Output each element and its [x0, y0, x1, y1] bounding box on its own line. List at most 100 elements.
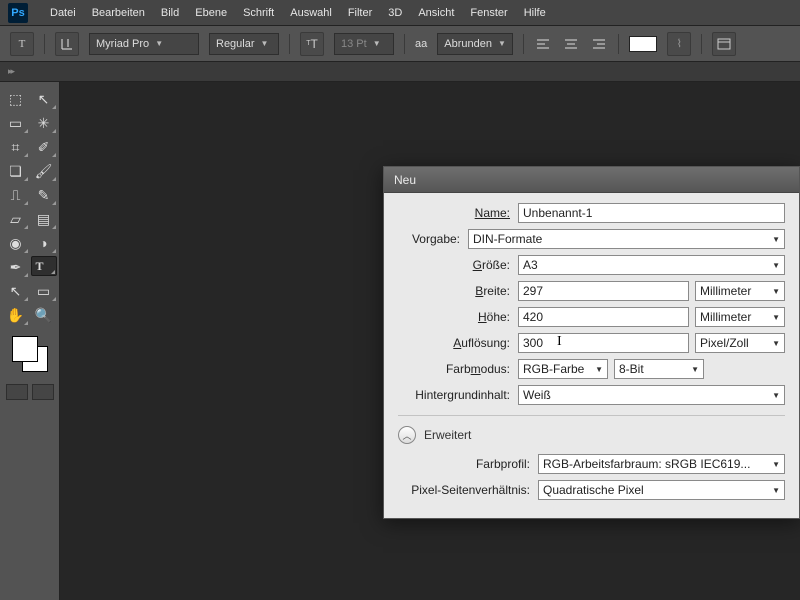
menu-ebene[interactable]: Ebene: [195, 7, 227, 19]
tool-eraser[interactable]: ▱: [3, 208, 29, 230]
dialog-titlebar[interactable]: Neu: [384, 167, 799, 193]
color-profile-value: RGB-Arbeitsfarbraum: sRGB IEC619...: [543, 457, 750, 471]
resolution-input[interactable]: 300 I: [518, 333, 689, 353]
color-profile-select[interactable]: RGB-Arbeitsfarbraum: sRGB IEC619... ▼: [538, 454, 785, 474]
menu-hilfe[interactable]: Hilfe: [524, 7, 546, 19]
name-input[interactable]: Unbenannt-1: [518, 203, 785, 223]
font-family-select[interactable]: Myriad Pro ▼: [89, 33, 199, 55]
height-unit-select[interactable]: Millimeter▼: [695, 307, 785, 327]
chevron-down-icon: ▼: [772, 391, 780, 400]
color-swatches[interactable]: [10, 334, 50, 374]
profile-label: Farbprofil:: [398, 457, 538, 471]
text-caret-icon: I: [557, 334, 562, 350]
tool-crop[interactable]: ⌗: [3, 136, 29, 158]
width-input[interactable]: 297: [518, 281, 689, 301]
pixel-aspect-select[interactable]: Quadratische Pixel▼: [538, 480, 785, 500]
menu-bearbeiten[interactable]: Bearbeiten: [92, 7, 145, 19]
font-size-icon: TT: [300, 32, 324, 56]
tool-dodge[interactable]: ◑: [31, 232, 57, 254]
antialias-select[interactable]: Abrunden▼: [437, 33, 513, 55]
divider: [398, 415, 785, 416]
chevron-down-icon: ▼: [261, 39, 269, 48]
separator: [404, 34, 405, 54]
tool-type[interactable]: T: [31, 256, 57, 276]
separator: [44, 34, 45, 54]
font-style-value: Regular: [216, 38, 255, 50]
size-select[interactable]: A3 ▼: [518, 255, 785, 275]
preset-select[interactable]: DIN-Formate ▼: [468, 229, 785, 249]
character-panel-icon[interactable]: [712, 32, 736, 56]
chevron-down-icon: ▼: [772, 287, 780, 296]
background-select[interactable]: Weiß▼: [518, 385, 785, 405]
font-size-value: 13 Pt: [341, 38, 367, 50]
resolution-unit-value: Pixel/Zoll: [700, 336, 749, 350]
tool-patch[interactable]: ❏: [3, 160, 29, 182]
tool-move[interactable]: ⬚: [3, 88, 29, 110]
tool-gradient[interactable]: ▤: [31, 208, 57, 230]
tool-brush[interactable]: 🖌: [31, 160, 57, 182]
resolution-unit-select[interactable]: Pixel/Zoll▼: [695, 333, 785, 353]
pixel-aspect-value: Quadratische Pixel: [543, 483, 644, 497]
orientation-icon[interactable]: [55, 32, 79, 56]
separator: [618, 34, 619, 54]
align-right-button[interactable]: [590, 35, 608, 53]
color-mode-select[interactable]: RGB-Farbe▼: [518, 359, 608, 379]
background-label: Hintergrundinhalt:: [398, 388, 518, 402]
advanced-label: Erweitert: [424, 428, 471, 442]
tool-magic-wand[interactable]: ✳: [31, 112, 57, 134]
size-value: A3: [523, 258, 538, 272]
bit-depth-select[interactable]: 8-Bit▼: [614, 359, 704, 379]
tool-move-arrow[interactable]: ↖: [31, 88, 57, 110]
toolbox: ⬚ ↖ ▭ ✳ ⌗ ✐ ❏ 🖌 ⎍ ✎ ▱ ▤ ◉ ◑ ✒ T ↖ ▭ ✋ 🔍: [0, 82, 60, 600]
menu-schrift[interactable]: Schrift: [243, 7, 274, 19]
tool-history[interactable]: ✎: [31, 184, 57, 206]
mode-label: Farbmodus:: [398, 362, 518, 376]
size-label: Größe:: [398, 258, 518, 272]
separator: [523, 34, 524, 54]
chevron-down-icon: ▼: [155, 39, 163, 48]
menu-auswahl[interactable]: Auswahl: [290, 7, 332, 19]
edit-mode-quickmask[interactable]: [32, 384, 54, 400]
menu-fenster[interactable]: Fenster: [470, 7, 507, 19]
tool-blur[interactable]: ◉: [3, 232, 29, 254]
edit-mode-standard[interactable]: [6, 384, 28, 400]
font-family-value: Myriad Pro: [96, 38, 149, 50]
chevron-down-icon: ▼: [772, 460, 780, 469]
chevron-down-icon: ▼: [772, 261, 780, 270]
height-label: Höhe:: [398, 310, 518, 324]
warp-text-icon[interactable]: ⌇: [667, 32, 691, 56]
tab-overflow-icon[interactable]: ▸▸: [8, 66, 13, 77]
menu-datei[interactable]: Datei: [50, 7, 76, 19]
chevron-down-icon: ▼: [498, 39, 506, 48]
menu-filter[interactable]: Filter: [348, 7, 372, 19]
menu-bild[interactable]: Bild: [161, 7, 179, 19]
app-logo: Ps: [8, 3, 28, 23]
height-unit-value: Millimeter: [700, 310, 751, 324]
tool-marquee[interactable]: ▭: [3, 112, 29, 134]
advanced-toggle[interactable]: ︿ Erweitert: [398, 426, 785, 444]
menu-ansicht[interactable]: Ansicht: [418, 7, 454, 19]
align-center-button[interactable]: [562, 35, 580, 53]
tool-pen[interactable]: ✒: [3, 256, 29, 278]
foreground-color-swatch[interactable]: [12, 336, 38, 362]
chevron-down-icon: ▼: [691, 365, 699, 374]
tool-eyedropper[interactable]: ✐: [31, 136, 57, 158]
preset-label: Vorgabe:: [398, 232, 468, 246]
tool-hand[interactable]: ✋: [3, 304, 29, 326]
font-style-select[interactable]: Regular ▼: [209, 33, 279, 55]
text-color-swatch[interactable]: [629, 36, 657, 52]
width-unit-select[interactable]: Millimeter ▼: [695, 281, 785, 301]
tool-shape[interactable]: ▭: [31, 280, 57, 302]
document-tab-strip: ▸▸: [0, 62, 800, 82]
chevron-down-icon: ▼: [595, 365, 603, 374]
tool-path-select[interactable]: ↖: [3, 280, 29, 302]
menu-3d[interactable]: 3D: [388, 7, 402, 19]
tool-zoom[interactable]: 🔍: [31, 304, 57, 326]
tool-stamp[interactable]: ⎍: [3, 184, 29, 206]
font-size-select[interactable]: 13 Pt▼: [334, 33, 394, 55]
width-unit-value: Millimeter: [700, 284, 751, 298]
align-left-button[interactable]: [534, 35, 552, 53]
tool-preset-icon[interactable]: T: [10, 32, 34, 56]
resolution-value: 300: [523, 336, 543, 350]
height-input[interactable]: 420: [518, 307, 689, 327]
